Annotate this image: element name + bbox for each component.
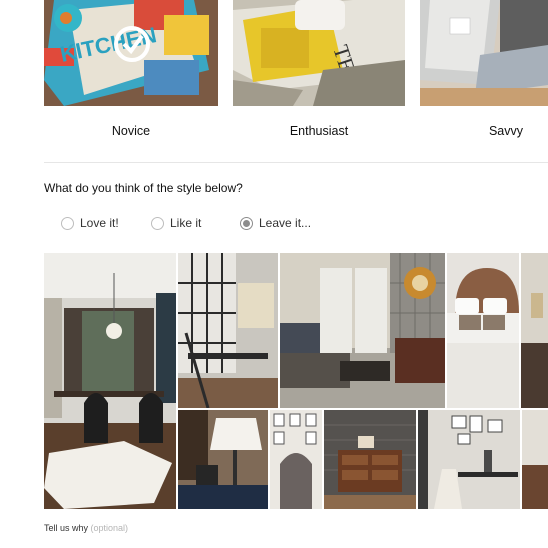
optional-tag: (optional) <box>90 523 129 533</box>
leave-it-label: Leave it... <box>259 216 312 230</box>
style-photo-dining-edge <box>522 410 548 509</box>
level-label-novice: Novice <box>111 124 151 138</box>
style-photo-gallery-wall <box>270 410 322 509</box>
leave-it-radio[interactable] <box>240 216 253 230</box>
option-like-it[interactable]: Like it <box>151 214 201 232</box>
option-love-it[interactable]: Love it! <box>61 214 119 232</box>
style-question-prompt: What do you think of the style below? <box>44 181 243 195</box>
style-photo-office-window <box>178 253 278 408</box>
level-tile-savvy[interactable] <box>420 0 548 106</box>
love-it-label: Love it! <box>80 216 119 230</box>
tell-us-why-text: Tell us why <box>44 523 89 533</box>
level-label-savvy: Savvy <box>488 124 524 138</box>
style-photo-living-room <box>280 253 445 408</box>
level-tile-enthusiast[interactable]: TERIORS <box>233 0 405 106</box>
like-it-label: Like it <box>170 216 202 230</box>
enthusiast-magazines-image: TERIORS <box>233 0 405 106</box>
level-tile-novice[interactable]: KITCHEN <box>44 0 218 106</box>
style-photo-lamp-desk <box>178 410 268 509</box>
section-divider <box>44 162 548 163</box>
like-it-radio[interactable] <box>151 216 164 230</box>
savvy-books-image <box>420 0 548 106</box>
style-photo-dining-room <box>44 253 176 509</box>
style-photo-dresser <box>324 410 416 509</box>
level-label-enthusiast: Enthusiast <box>289 124 349 138</box>
novice-magazines-image: KITCHEN <box>44 0 218 106</box>
style-photo-workspace <box>418 410 520 509</box>
style-photo-bedroom <box>447 253 519 408</box>
option-leave-it[interactable]: Leave it... <box>240 214 311 232</box>
style-photo-side-table <box>521 253 548 408</box>
love-it-radio[interactable] <box>61 216 74 230</box>
tell-us-why-label: Tell us why (optional) <box>44 523 128 533</box>
